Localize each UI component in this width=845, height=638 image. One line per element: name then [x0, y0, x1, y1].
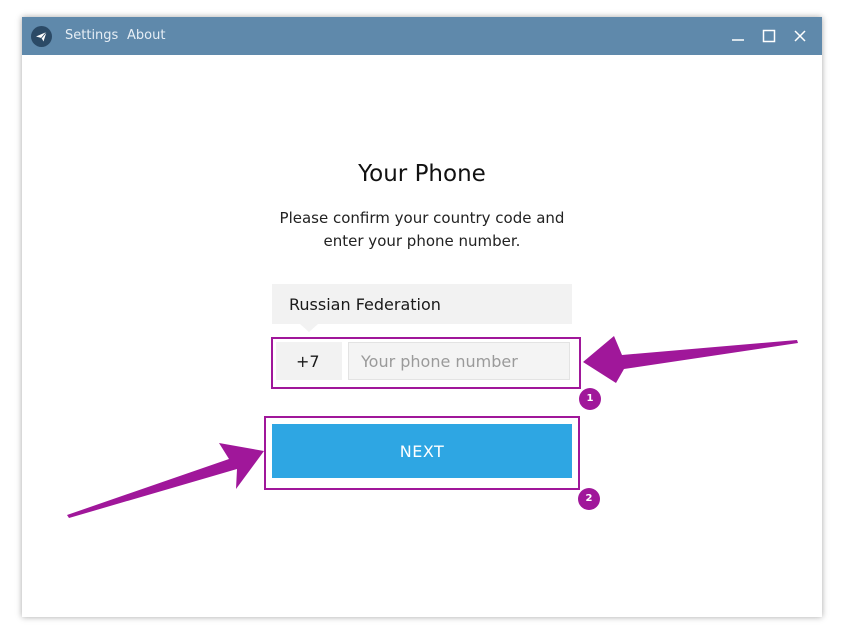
screenshot-stage: Settings About Your Phone Please confirm…: [0, 0, 845, 638]
close-button[interactable]: [790, 26, 810, 46]
close-icon: [794, 30, 806, 42]
minimize-button[interactable]: [728, 26, 748, 46]
menu-settings[interactable]: Settings: [65, 28, 118, 43]
telegram-logo-icon: [31, 26, 52, 47]
minimize-icon: [732, 39, 744, 41]
country-select[interactable]: Russian Federation: [272, 284, 572, 332]
menu-about[interactable]: About: [127, 28, 165, 43]
maximize-icon: [762, 29, 776, 43]
page-title: Your Phone: [358, 161, 486, 187]
maximize-button[interactable]: [759, 26, 779, 46]
page-subtitle: Please confirm your country code and ent…: [272, 207, 572, 253]
country-code-value: +7: [296, 352, 320, 371]
country-code-field[interactable]: +7: [276, 342, 342, 380]
title-bar[interactable]: Settings About: [22, 17, 822, 55]
next-button[interactable]: NEXT: [272, 424, 572, 478]
country-name: Russian Federation: [289, 295, 441, 314]
subtitle-line-1: Please confirm your country code and: [279, 209, 565, 227]
app-window: Settings About Your Phone Please confirm…: [22, 17, 822, 617]
login-content: Your Phone Please confirm your country c…: [22, 55, 822, 617]
subtitle-line-2: enter your phone number.: [323, 232, 521, 250]
country-pointer-icon: [300, 324, 318, 332]
phone-number-input[interactable]: [348, 342, 570, 380]
